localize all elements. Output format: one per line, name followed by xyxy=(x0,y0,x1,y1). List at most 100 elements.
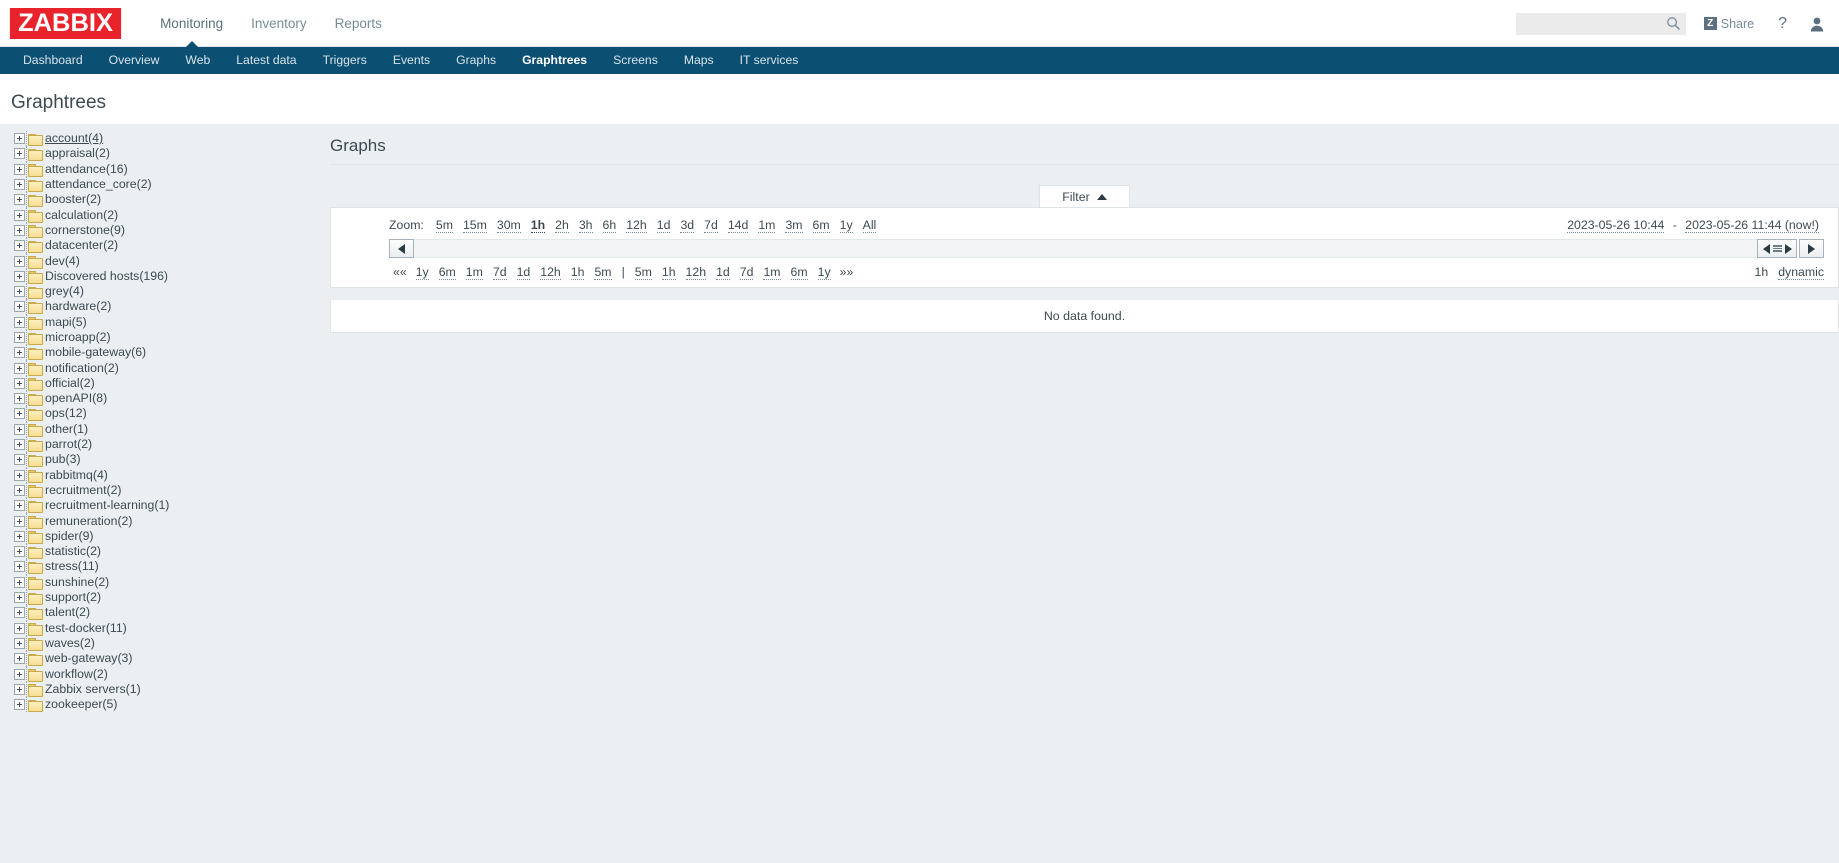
date-from[interactable]: 2023-05-26 10:44 xyxy=(1567,218,1665,233)
tree-item[interactable]: Zabbix servers(1) xyxy=(14,681,330,697)
tree-item[interactable]: official(2) xyxy=(14,375,330,392)
expand-plus-icon[interactable] xyxy=(14,347,25,359)
tree-item[interactable]: talent(2) xyxy=(14,605,330,621)
subnav-dashboard[interactable]: Dashboard xyxy=(10,47,96,74)
tree-item[interactable]: attendance_core(2) xyxy=(14,176,330,193)
shift-forward-7d[interactable]: 7d xyxy=(739,265,754,280)
subnav-it-services[interactable]: IT services xyxy=(727,47,812,74)
expand-plus-icon[interactable] xyxy=(14,699,25,711)
tree-item[interactable]: workflow(2) xyxy=(14,666,330,682)
tree-item-label[interactable]: Zabbix servers(1) xyxy=(45,682,141,697)
shift-back-1d[interactable]: 1d xyxy=(516,265,531,280)
tree-item-label[interactable]: grey(4) xyxy=(45,284,84,299)
expand-plus-icon[interactable] xyxy=(14,179,25,191)
expand-plus-icon[interactable] xyxy=(14,469,25,481)
zoom-preset-2h[interactable]: 2h xyxy=(555,218,569,233)
tree-item[interactable]: hardware(2) xyxy=(14,299,330,315)
zoom-preset-3m[interactable]: 3m xyxy=(785,218,803,233)
tree-item-label[interactable]: mobile-gateway(6) xyxy=(45,345,146,360)
tree-item-label[interactable]: Discovered hosts(196) xyxy=(45,269,168,284)
tree-item-label[interactable]: openAPI(8) xyxy=(45,391,107,406)
tree-item[interactable]: rabbitmq(4) xyxy=(14,467,330,483)
shift-back-7d[interactable]: 7d xyxy=(492,265,507,280)
tree-item[interactable]: microapp(2) xyxy=(14,329,330,346)
zoom-preset-1d[interactable]: 1d xyxy=(656,218,671,233)
expand-plus-icon[interactable] xyxy=(14,484,25,496)
search-icon[interactable] xyxy=(1666,16,1681,31)
tree-item-label[interactable]: official(2) xyxy=(45,376,95,391)
tree-item[interactable]: other(1) xyxy=(14,421,330,437)
tree-item[interactable]: sunshine(2) xyxy=(14,574,330,590)
zoom-preset-3h[interactable]: 3h xyxy=(578,218,593,233)
expand-plus-icon[interactable] xyxy=(14,561,25,573)
tree-item[interactable]: booster(2) xyxy=(14,192,330,208)
expand-plus-icon[interactable] xyxy=(14,530,25,542)
tree-item-label[interactable]: waves(2) xyxy=(45,636,95,651)
tree-item-label[interactable]: attendance(16) xyxy=(45,162,128,177)
tree-item-label[interactable]: hardware(2) xyxy=(45,299,111,314)
expand-plus-icon[interactable] xyxy=(14,592,25,604)
tree-item-label[interactable]: spider(9) xyxy=(45,529,94,544)
zoom-preset-30m[interactable]: 30m xyxy=(496,218,521,233)
date-range-display[interactable]: 2023-05-26 10:44 - 2023-05-26 11:44 (now… xyxy=(1562,218,1824,233)
shift-back-all[interactable]: «« xyxy=(393,265,407,279)
nav-item-reports[interactable]: Reports xyxy=(321,0,396,47)
tree-item[interactable]: web-gateway(3) xyxy=(14,651,330,667)
tree-item-label[interactable]: talent(2) xyxy=(45,605,90,620)
tree-item[interactable]: ops(12) xyxy=(14,406,330,422)
tree-item[interactable]: parrot(2) xyxy=(14,436,330,453)
shift-forward-1m[interactable]: 1m xyxy=(763,265,781,280)
tree-item-label[interactable]: stress(11) xyxy=(45,559,99,574)
tree-item-label[interactable]: statistic(2) xyxy=(45,544,101,559)
tree-item[interactable]: grey(4) xyxy=(14,283,330,300)
time-slider[interactable] xyxy=(389,238,1828,259)
expand-plus-icon[interactable] xyxy=(14,194,25,206)
tree-item-label[interactable]: support(2) xyxy=(45,590,101,605)
nav-item-monitoring[interactable]: Monitoring xyxy=(146,0,237,48)
shift-forward-12h[interactable]: 12h xyxy=(685,265,707,280)
expand-plus-icon[interactable] xyxy=(14,637,25,649)
tree-item[interactable]: support(2) xyxy=(14,589,330,606)
tree-item[interactable]: openAPI(8) xyxy=(14,391,330,407)
tree-item[interactable]: attendance(16) xyxy=(14,161,330,177)
expand-plus-icon[interactable] xyxy=(14,332,25,343)
tree-item-label[interactable]: rabbitmq(4) xyxy=(45,468,108,483)
subnav-web[interactable]: Web xyxy=(172,47,223,74)
zoom-preset-14d[interactable]: 14d xyxy=(727,218,749,233)
expand-plus-icon[interactable] xyxy=(14,240,25,252)
expand-plus-icon[interactable] xyxy=(14,683,25,695)
tree-item[interactable]: appraisal(2) xyxy=(14,146,330,162)
expand-plus-icon[interactable] xyxy=(14,515,25,527)
tree-item[interactable]: datacenter(2) xyxy=(14,238,330,254)
expand-plus-icon[interactable] xyxy=(14,286,25,298)
tree-item[interactable]: statistic(2) xyxy=(14,544,330,560)
zoom-preset-1m[interactable]: 1m xyxy=(758,218,776,233)
tree-item-label[interactable]: test-docker(11) xyxy=(45,621,127,636)
expand-plus-icon[interactable] xyxy=(14,439,25,451)
tree-item[interactable]: recruitment-learning(1) xyxy=(14,498,330,514)
tree-item-label[interactable]: cornerstone(9) xyxy=(45,223,125,238)
tree-item-label[interactable]: parrot(2) xyxy=(45,437,92,452)
tree-item-label[interactable]: sunshine(2) xyxy=(45,575,109,590)
zoom-preset-1y[interactable]: 1y xyxy=(839,218,853,233)
tree-item-label[interactable]: recruitment-learning(1) xyxy=(45,498,169,513)
shift-forward-6m[interactable]: 6m xyxy=(790,265,808,280)
subnav-graphs[interactable]: Graphs xyxy=(443,47,509,74)
tree-item-label[interactable]: appraisal(2) xyxy=(45,146,110,161)
tree-item-label[interactable]: dev(4) xyxy=(45,254,80,269)
tree-item-label[interactable]: ops(12) xyxy=(45,406,87,421)
tree-item[interactable]: notification(2) xyxy=(14,360,330,376)
tree-item-label[interactable]: account(4) xyxy=(45,131,103,146)
tree-item[interactable]: Discovered hosts(196) xyxy=(14,268,330,284)
expand-plus-icon[interactable] xyxy=(14,607,25,619)
subnav-events[interactable]: Events xyxy=(380,47,443,74)
zoom-preset-6h[interactable]: 6h xyxy=(602,218,617,233)
subnav-latest-data[interactable]: Latest data xyxy=(223,47,309,74)
subnav-overview[interactable]: Overview xyxy=(96,47,173,74)
tree-item-label[interactable]: datacenter(2) xyxy=(45,238,118,253)
tree-item-label[interactable]: attendance_core(2) xyxy=(45,177,152,192)
expand-plus-icon[interactable] xyxy=(14,622,25,634)
zoom-preset-6m[interactable]: 6m xyxy=(812,218,830,233)
help-icon[interactable]: ? xyxy=(1778,15,1787,33)
zoom-preset-7d[interactable]: 7d xyxy=(704,218,718,233)
